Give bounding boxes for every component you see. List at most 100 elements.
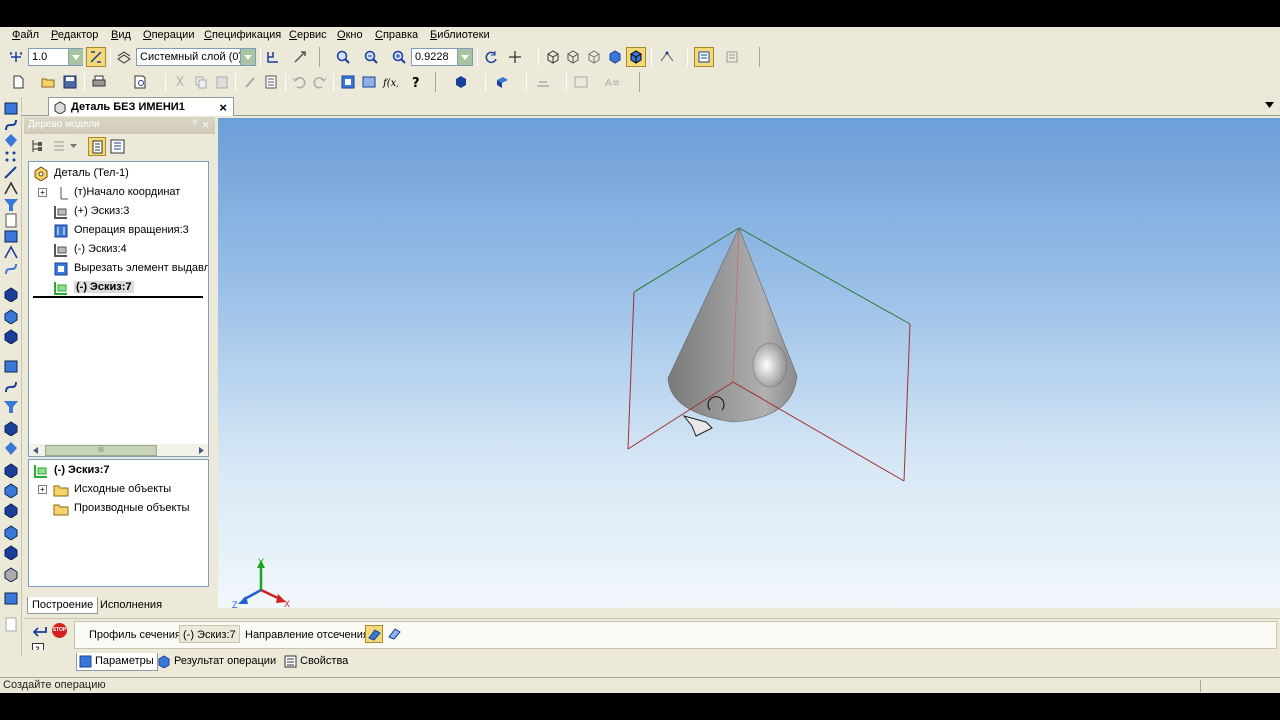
tree-list-dropdown-icon[interactable] [70,144,77,148]
new-file-icon[interactable] [8,72,28,92]
cut-hole[interactable] [752,342,788,388]
3d-viewport[interactable]: Y X Z [218,118,1280,608]
table-icon[interactable] [571,72,591,92]
cone-body[interactable] [667,227,798,423]
compact-tool-icon[interactable] [3,617,19,632]
tab-operation-result[interactable]: Результат операции [156,653,279,671]
pan-icon[interactable] [505,47,525,67]
tab-parameters[interactable]: Параметры [76,653,158,671]
zoom-icon[interactable] [389,47,409,67]
compact-tool-icon[interactable] [3,133,19,148]
compact-tool-icon[interactable] [3,545,19,560]
tab-variants[interactable]: Исполнения [96,597,166,614]
menu-view[interactable]: Вид [111,29,131,41]
help-icon[interactable]: ? [407,72,427,92]
redo-icon[interactable] [310,72,330,92]
close-tab-icon[interactable]: × [219,100,227,115]
variables-icon[interactable]: f(x) [380,72,400,92]
details-source-objects[interactable]: Исходные объекты [53,480,171,498]
menu-window[interactable]: Окно [337,29,363,41]
compact-tool-icon[interactable] [3,261,19,276]
tree-item-cut-extrude[interactable]: Вырезать элемент выдавли [53,259,208,277]
compact-tool-icon[interactable] [3,329,19,344]
cut-direction-arrow[interactable] [682,415,713,437]
compact-tool-icon[interactable] [3,463,19,478]
layer-combo-arrow-icon[interactable] [240,49,255,65]
scroll-right-icon[interactable] [196,446,206,455]
tab-construction[interactable]: Построение [27,597,99,614]
grid-step-icon[interactable] [6,47,26,67]
properties-panel-icon[interactable] [722,47,742,67]
hidden-lines-icon[interactable] [563,47,583,67]
perspective-icon[interactable] [657,47,677,67]
shaded-icon[interactable] [605,47,625,67]
wireframe-icon[interactable] [543,47,563,67]
compact-tool-icon[interactable] [3,503,19,518]
scroll-thumb[interactable]: III [45,445,157,456]
step-combo-arrow-icon[interactable] [68,49,83,65]
compact-tool-icon[interactable] [3,421,19,436]
appearance-icon[interactable] [451,72,471,92]
tree-item-sketch-3[interactable]: (+) Эскиз:3 [53,202,129,220]
menu-edit[interactable]: Редактор [51,29,98,41]
zoom-combo-arrow-icon[interactable] [457,49,472,65]
cut-icon[interactable] [170,72,190,92]
compact-tool-icon[interactable] [3,359,19,374]
tree-item-sketch-4[interactable]: (-) Эскиз:4 [53,240,127,258]
compact-tool-icon[interactable] [3,165,19,180]
paste-icon[interactable] [212,72,232,92]
preview-icon[interactable] [130,72,150,92]
shaded-edges-icon[interactable] [626,47,646,67]
compact-tool-icon[interactable] [3,213,19,228]
details-derived-objects[interactable]: Производные объекты [53,499,189,517]
menu-help[interactable]: Справка [375,29,418,41]
local-cs-icon[interactable] [263,47,283,67]
menu-specification[interactable]: Спецификация [204,29,281,41]
measure-icon[interactable] [533,72,553,92]
close-panel-icon[interactable]: × [202,118,209,132]
orientation-icon[interactable] [290,47,310,67]
menu-operations[interactable]: Операции [143,29,194,41]
rotate-icon[interactable] [481,47,501,67]
scroll-left-icon[interactable] [31,446,41,455]
tree-item-sketch-7[interactable]: (-) Эскиз:7 [53,278,134,296]
copy-icon[interactable] [191,72,211,92]
tree-structure-icon[interactable] [30,139,44,153]
compact-tool-icon[interactable] [3,117,19,132]
create-object-icon[interactable] [32,625,48,637]
tab-menu-chevron-icon[interactable] [1265,102,1274,108]
profile-field[interactable]: (-) Эскиз:7 [179,625,240,643]
compact-tool-icon[interactable] [3,441,19,456]
tree-mode-button[interactable] [88,137,106,156]
tree-horizontal-scrollbar[interactable]: III [29,444,208,456]
tree-toggle-icon[interactable] [694,47,714,67]
tab-properties[interactable]: Свойства [282,653,351,671]
compact-tool-icon[interactable] [3,379,19,394]
save-icon[interactable] [60,72,80,92]
compact-tool-icon[interactable] [3,287,19,302]
undo-icon[interactable] [289,72,309,92]
menu-libraries[interactable]: Библиотеки [430,29,490,41]
compact-tool-icon[interactable] [3,399,19,414]
brush-icon[interactable] [240,72,260,92]
tree-list-icon[interactable] [52,139,66,153]
view-orientation-icon[interactable] [492,72,512,92]
compact-tool-icon[interactable] [3,149,19,164]
document-tab[interactable]: Деталь БЕЗ ИМЕНИ1 × [48,97,234,116]
expand-icon[interactable]: + [38,485,47,494]
direction-reverse-button[interactable] [386,625,404,643]
tree-view-icon[interactable] [110,139,125,154]
compact-tool-icon[interactable] [3,229,19,244]
compact-tool-icon[interactable] [3,101,19,116]
stop-icon[interactable]: STOP [52,623,67,638]
tree-item-part[interactable]: Деталь (Тел-1) [33,164,129,182]
print-icon[interactable] [89,72,109,92]
compact-tool-icon[interactable] [3,483,19,498]
compact-tool-icon[interactable] [3,525,19,540]
compact-tool-icon[interactable] [3,181,19,196]
compact-tool-icon[interactable] [3,309,19,324]
menu-service[interactable]: Сервис [289,29,327,41]
tree-item-revolve[interactable]: Операция вращения:3 [53,221,189,239]
text-icon[interactable]: A≡ [601,72,621,92]
snap-toggle-icon[interactable] [86,47,106,67]
